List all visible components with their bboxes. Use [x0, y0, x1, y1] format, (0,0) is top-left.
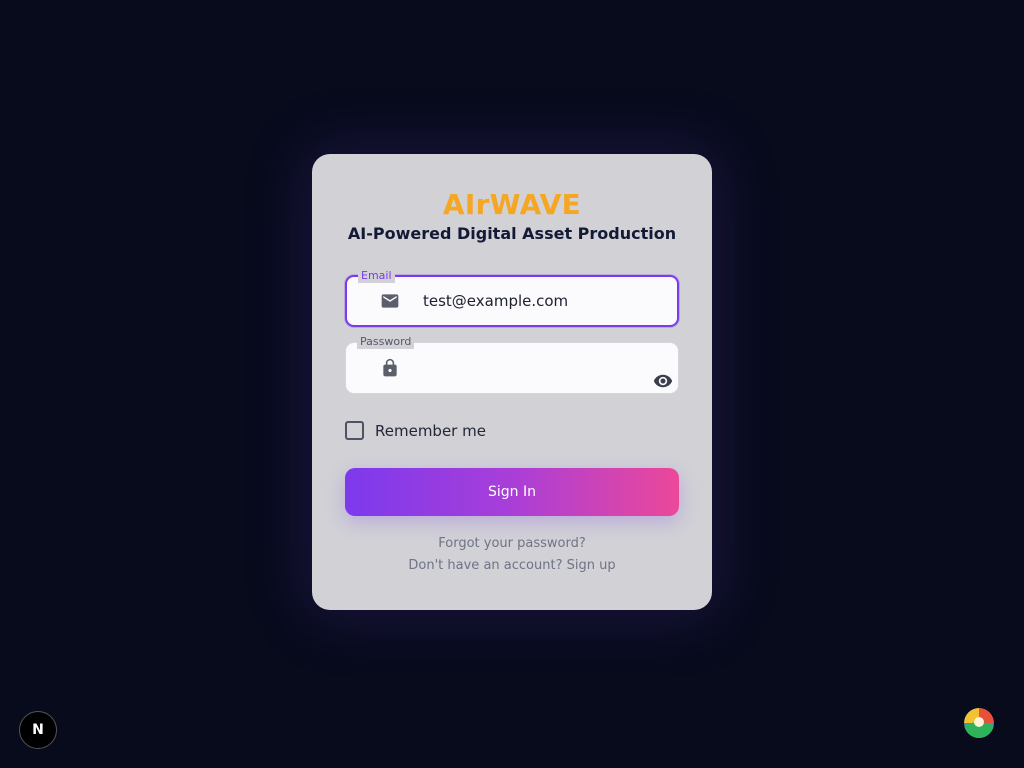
password-field[interactable]: Password: [345, 335, 679, 394]
sign-up-link[interactable]: Don't have an account? Sign up: [312, 558, 712, 573]
password-input[interactable]: [422, 343, 638, 393]
forgot-password-link[interactable]: Forgot your password?: [312, 536, 712, 551]
remember-me[interactable]: Remember me: [345, 421, 486, 440]
sign-in-button[interactable]: Sign In: [345, 468, 679, 516]
login-page: AIrWAVE AI-Powered Digital Asset Product…: [0, 0, 1024, 768]
brand-logo: AIrWAVE: [442, 188, 582, 221]
remember-me-checkbox[interactable]: [345, 421, 364, 440]
brand-tagline: AI-Powered Digital Asset Production: [347, 224, 677, 243]
email-label: Email: [358, 269, 395, 283]
avatar-graphic: [964, 708, 994, 738]
mail-icon: [381, 294, 399, 308]
eye-icon[interactable]: [653, 371, 673, 391]
nextjs-badge-letter: N: [32, 722, 44, 738]
login-card: AIrWAVE AI-Powered Digital Asset Product…: [312, 154, 712, 610]
remember-me-label[interactable]: Remember me: [375, 422, 486, 440]
lock-icon: [383, 358, 397, 377]
nextjs-dev-badge[interactable]: N: [19, 711, 57, 749]
email-field[interactable]: Email: [345, 269, 679, 327]
password-label: Password: [357, 335, 415, 349]
email-input[interactable]: [423, 277, 637, 325]
assistant-avatar-icon[interactable]: [964, 708, 994, 738]
